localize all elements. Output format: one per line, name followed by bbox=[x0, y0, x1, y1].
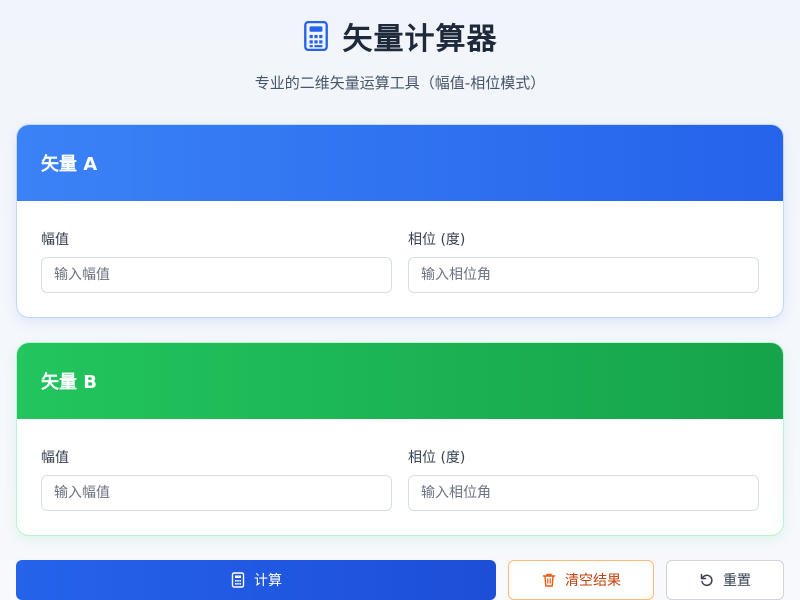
reset-button[interactable]: 重置 bbox=[666, 560, 784, 600]
vector-a-magnitude-field: 幅值 bbox=[41, 229, 392, 293]
calculator-icon bbox=[303, 21, 328, 51]
vector-a-magnitude-label: 幅值 bbox=[41, 232, 69, 248]
vector-b-magnitude-input[interactable] bbox=[41, 475, 392, 511]
vector-a-phase-label: 相位 (度) bbox=[408, 232, 466, 248]
calculate-button-label: 计算 bbox=[254, 573, 282, 589]
vector-b-phase-input[interactable] bbox=[408, 475, 759, 511]
calculator-icon bbox=[231, 572, 245, 588]
page-header: 矢量计算器 专业的二维矢量运算工具（幅值-相位模式） bbox=[0, 16, 800, 93]
calculate-button[interactable]: 计算 bbox=[16, 560, 496, 600]
trash-icon bbox=[542, 573, 556, 587]
clear-results-button[interactable]: 清空结果 bbox=[508, 560, 654, 600]
page-title: 矢量计算器 bbox=[342, 22, 498, 57]
vector-b-header: 矢量 B bbox=[17, 343, 783, 419]
vector-a-magnitude-input[interactable] bbox=[41, 257, 392, 293]
vector-b-card: 矢量 B 幅值 相位 (度) bbox=[17, 343, 783, 535]
vector-b-title: 矢量 B bbox=[41, 372, 97, 393]
page-subtitle: 专业的二维矢量运算工具（幅值-相位模式） bbox=[254, 74, 546, 92]
vector-b-magnitude-field: 幅值 bbox=[41, 447, 392, 511]
vector-b-magnitude-label: 幅值 bbox=[41, 450, 69, 466]
action-bar: 计算 清空结果 重置 bbox=[16, 560, 784, 600]
vector-b-phase-label: 相位 (度) bbox=[408, 450, 466, 466]
vector-a-card: 矢量 A 幅值 相位 (度) bbox=[17, 125, 783, 317]
vector-b-fields: 幅值 相位 (度) bbox=[17, 419, 783, 511]
vector-a-phase-field: 相位 (度) bbox=[408, 229, 759, 293]
rotate-ccw-icon bbox=[700, 573, 713, 587]
vector-a-header: 矢量 A bbox=[17, 125, 783, 201]
clear-results-button-label: 清空结果 bbox=[565, 573, 621, 589]
title-row: 矢量计算器 bbox=[0, 16, 800, 57]
vector-a-title: 矢量 A bbox=[41, 154, 98, 175]
vector-b-phase-field: 相位 (度) bbox=[408, 447, 759, 511]
vector-a-phase-input[interactable] bbox=[408, 257, 759, 293]
reset-button-label: 重置 bbox=[723, 573, 751, 589]
vector-a-fields: 幅值 相位 (度) bbox=[17, 201, 783, 293]
